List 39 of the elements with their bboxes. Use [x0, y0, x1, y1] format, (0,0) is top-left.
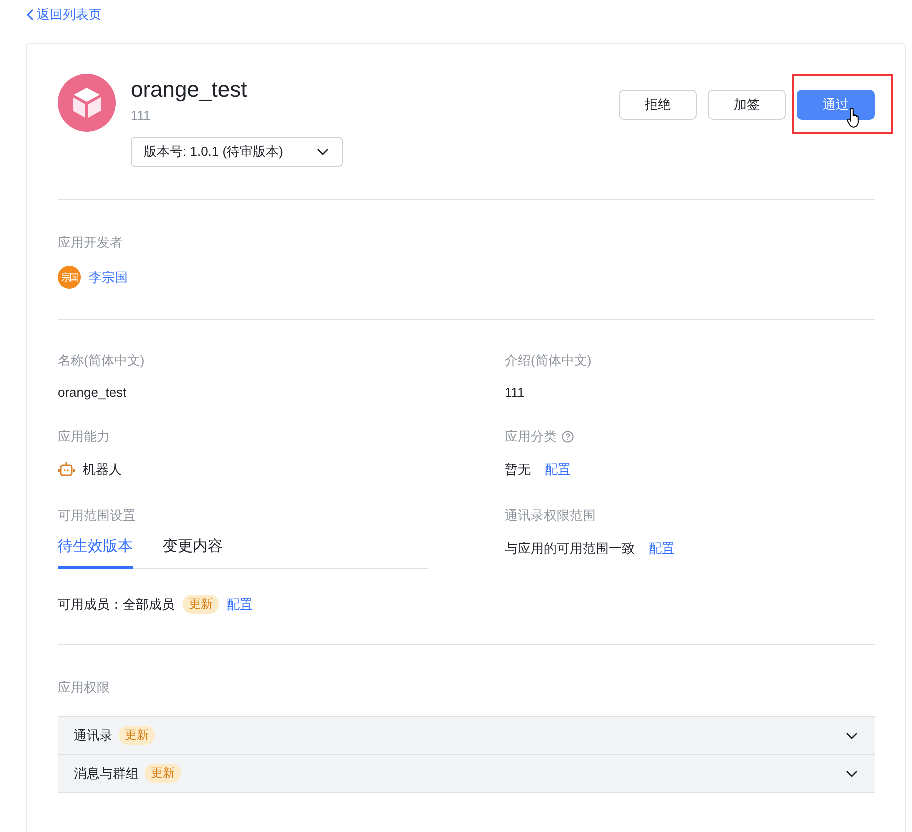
configure-link[interactable]: 配置 — [227, 596, 253, 614]
tab[interactable]: 变更内容 — [163, 537, 223, 569]
app-name: orange_test — [131, 76, 248, 104]
field-label: 应用分类 — [505, 428, 557, 446]
help-icon[interactable] — [562, 431, 574, 443]
field-label: 通讯录权限范围 — [505, 507, 596, 525]
version-select[interactable]: 版本号: 1.0.1 (待审版本) — [131, 137, 343, 167]
app-description: 111 — [131, 108, 152, 123]
back-chevron-icon — [26, 9, 35, 21]
update-tag: 更新 — [183, 595, 219, 614]
section-label: 应用权限 — [58, 679, 111, 697]
configure-link[interactable]: 配置 — [545, 461, 571, 479]
permission-name: 消息与群组 — [74, 764, 139, 782]
action-button[interactable]: 通过 — [797, 90, 875, 120]
section-label: 应用开发者 — [58, 234, 124, 252]
field-value: 可用成员：全部成员 — [58, 596, 175, 614]
action-button[interactable]: 加签 — [708, 90, 786, 120]
field-label: 名称(简体中文) — [58, 352, 145, 370]
field-label: 应用能力 — [58, 428, 110, 446]
field-label: 介绍(简体中文) — [505, 352, 592, 370]
tab[interactable]: 待生效版本 — [58, 537, 133, 569]
permission-row[interactable]: 消息与群组 更新 — [58, 755, 875, 793]
configure-link[interactable]: 配置 — [649, 540, 675, 558]
permission-row[interactable]: 通讯录 更新 — [58, 717, 875, 755]
permission-name: 通讯录 — [74, 726, 113, 744]
app-logo — [58, 74, 116, 132]
update-tag: 更新 — [119, 726, 155, 745]
robot-icon — [58, 462, 75, 478]
developer-avatar: 宗国 — [58, 266, 81, 289]
field-value: 机器人 — [83, 461, 122, 479]
action-button[interactable]: 拒绝 — [619, 90, 697, 120]
field-label: 可用范围设置 — [58, 507, 136, 525]
update-tag: 更新 — [145, 764, 181, 783]
developer-link[interactable]: 李宗国 — [89, 268, 128, 286]
back-link[interactable]: 返回列表页 — [26, 6, 102, 24]
field-value: orange_test — [58, 385, 127, 400]
field-value: 暂无 — [505, 461, 531, 479]
field-value: 111 — [505, 385, 525, 400]
field-value: 与应用的可用范围一致 — [505, 540, 635, 558]
